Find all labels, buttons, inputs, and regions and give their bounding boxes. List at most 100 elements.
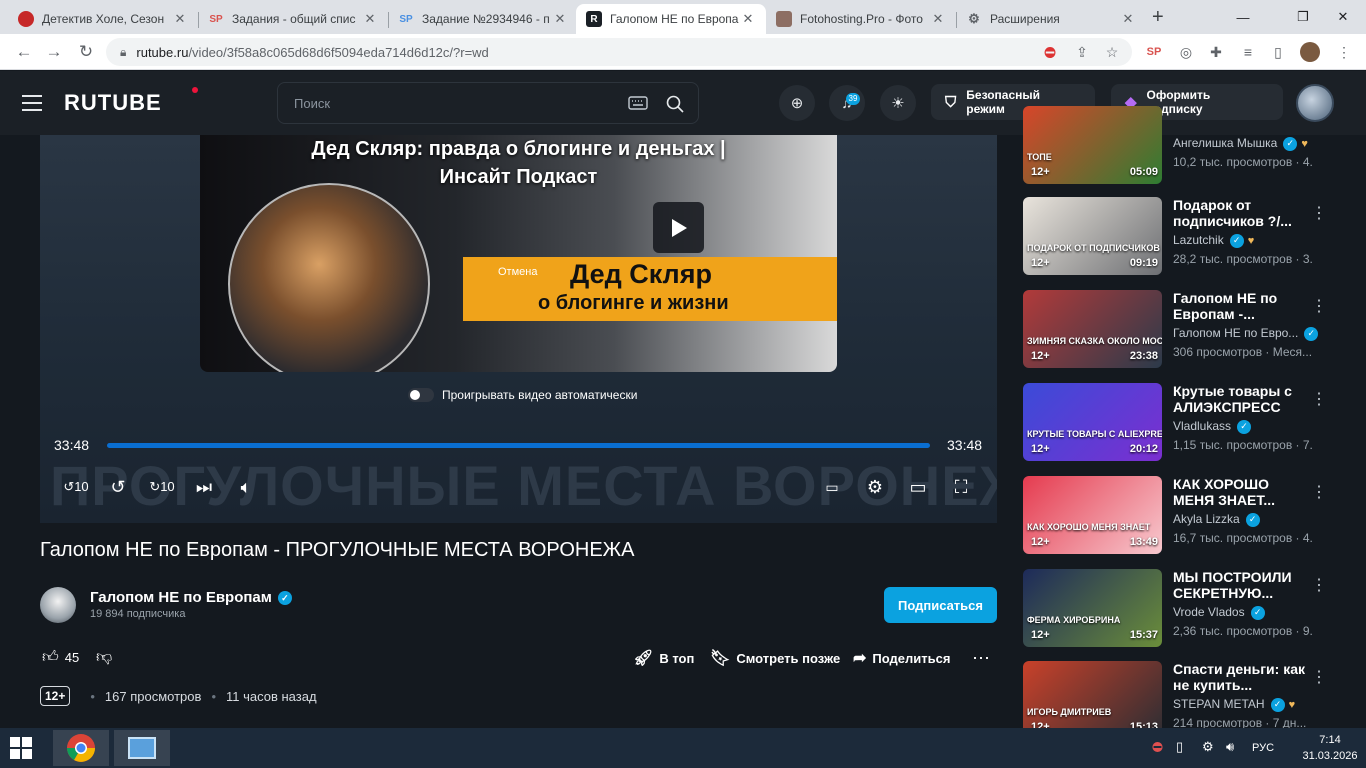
- search-icon[interactable]: [666, 95, 684, 113]
- close-icon[interactable]: ✕: [1120, 11, 1136, 27]
- upload-icon[interactable]: ⊕: [779, 85, 815, 121]
- recommended-author[interactable]: Vladlukass: [1173, 419, 1231, 433]
- recommended-author[interactable]: Akyla Lizzka: [1173, 512, 1240, 526]
- reload-icon[interactable]: ↻: [74, 40, 98, 64]
- recommended-title[interactable]: МЫ ПОСТРОИЛИ СЕКРЕТНУЮ...: [1173, 569, 1313, 601]
- recommended-title[interactable]: Крутые товары с АЛИЭКСПРЕСС: [1173, 383, 1313, 415]
- more-options-icon[interactable]: ⋮: [1311, 389, 1327, 409]
- recommended-author-row[interactable]: Akyla Lizzka ✓: [1173, 512, 1260, 527]
- video-thumbnail[interactable]: КАК ХОРОШО МЕНЯ ЗНАЕТ 12+ 13:49: [1023, 476, 1162, 554]
- keyboard-icon[interactable]: [628, 96, 648, 110]
- browser-tab[interactable]: Детектив Холе, Сезон ✕: [8, 4, 198, 34]
- recommended-title[interactable]: Подарок от подписчиков ?/...: [1173, 197, 1313, 229]
- progress-bar[interactable]: [107, 443, 930, 448]
- recommended-video[interactable]: КРУТЫЕ ТОВАРЫ С ALIEXPRESS 12+ 20:12 Крутые…: [1023, 383, 1343, 461]
- recommended-author[interactable]: Lazutchik: [1173, 233, 1224, 247]
- blocked-popup-icon[interactable]: ⛔︎: [1040, 42, 1060, 62]
- minimize-icon[interactable]: —: [1220, 0, 1266, 34]
- address-bar[interactable]: 🔒︎ rutube.ru /video/3f58a8c065d68d6f5094…: [106, 38, 1132, 66]
- video-player[interactable]: ПРОГУЛОЧНЫЕ МЕСТА ВОРОНЕЖА Дед Скляр: пр…: [40, 135, 997, 523]
- recommended-video[interactable]: ФЕРМА ХИРОБРИНА 12+ 15:37 МЫ ПОСТРОИЛИ СЕКР…: [1023, 569, 1343, 647]
- search-input[interactable]: Поиск: [277, 82, 699, 124]
- video-thumbnail[interactable]: КРУТЫЕ ТОВАРЫ С ALIEXPRESS 12+ 20:12: [1023, 383, 1162, 461]
- channel-name[interactable]: Галопом НЕ по Европам: [90, 589, 272, 606]
- video-thumbnail[interactable]: ФЕРМА ХИРОБРИНА 12+ 15:37: [1023, 569, 1162, 647]
- recommended-video[interactable]: ПОДАРОК ОТ ПОДПИСЧИКОВ 12+ 09:19 Подарок от…: [1023, 197, 1343, 275]
- toggle-switch[interactable]: [408, 388, 434, 402]
- extensions-puzzle-icon[interactable]: ✚: [1206, 42, 1226, 62]
- sp-extension-icon[interactable]: SP: [1144, 42, 1164, 62]
- subscribe-button[interactable]: Подписаться: [884, 587, 997, 623]
- recommended-author-row[interactable]: Vrode Vlados ✓: [1173, 605, 1265, 620]
- media-control-icon[interactable]: ≡: [1238, 42, 1258, 62]
- next-video-card[interactable]: Дед Скляр: правда о блогинге и деньгах |…: [200, 135, 837, 372]
- more-options-icon[interactable]: ⋮: [1311, 203, 1327, 223]
- more-options-icon[interactable]: ⋮: [1311, 482, 1327, 502]
- more-options-icon[interactable]: ⋮: [1311, 296, 1327, 316]
- windows-start-icon[interactable]: [10, 737, 34, 759]
- channel-avatar[interactable]: [40, 587, 76, 623]
- theater-mode-icon[interactable]: ▭: [904, 473, 932, 501]
- volume-icon[interactable]: 🔈︎: [232, 473, 260, 501]
- close-icon[interactable]: ✕: [362, 11, 378, 27]
- browser-tab[interactable]: ⚙ Расширения ✕: [956, 4, 1146, 34]
- like-button[interactable]: 👍︎ 45: [42, 648, 79, 667]
- video-thumbnail[interactable]: ПОДАРОК ОТ ПОДПИСЧИКОВ 12+ 09:19: [1023, 197, 1162, 275]
- usb-tray-icon[interactable]: ⚙: [1202, 739, 1214, 755]
- back-icon[interactable]: ←: [12, 40, 36, 64]
- theme-sun-icon[interactable]: ☀: [880, 85, 916, 121]
- new-tab-button[interactable]: +: [1152, 6, 1164, 29]
- bookmark-star-icon[interactable]: ☆: [1102, 42, 1122, 62]
- recommended-author[interactable]: Vrode Vlados: [1173, 605, 1245, 619]
- rewind-10-icon[interactable]: ↺10: [62, 473, 90, 501]
- blocked-tray-icon[interactable]: ⛔︎: [1152, 739, 1163, 755]
- more-options-icon[interactable]: ⋮: [1311, 575, 1327, 595]
- profile-avatar[interactable]: [1300, 42, 1320, 62]
- forward-10-icon[interactable]: ↻10: [148, 473, 176, 501]
- compass-extension-icon[interactable]: ◎: [1176, 42, 1196, 62]
- recommended-title[interactable]: Галопом НЕ по Европам -...: [1173, 290, 1313, 322]
- subtitles-icon[interactable]: ▭: [818, 473, 846, 501]
- replay-icon[interactable]: ↺: [104, 473, 132, 501]
- close-icon[interactable]: ✕: [172, 11, 188, 27]
- browser-tab[interactable]: SP Задание №2934946 - п ✕: [388, 4, 578, 34]
- menu-icon[interactable]: ⋮: [1334, 42, 1354, 62]
- side-panel-icon[interactable]: ▯: [1268, 42, 1288, 62]
- channel-name-row[interactable]: Галопом НЕ по Европам ✓: [90, 589, 292, 606]
- recommended-author[interactable]: Галопом НЕ по Евро...: [1173, 326, 1298, 340]
- next-track-icon[interactable]: ⏭: [190, 473, 218, 501]
- recommended-video[interactable]: ТОПЕ 12+ 05:09 Ангелишка Мышка ✓ ♥ 10,2 тыс. п…: [1023, 106, 1343, 184]
- close-window-icon[interactable]: ✕: [1320, 0, 1366, 34]
- recommended-video[interactable]: КАК ХОРОШО МЕНЯ ЗНАЕТ 12+ 13:49 КАК ХОРОШО …: [1023, 476, 1343, 554]
- rutube-logo[interactable]: RUTUBE: [64, 90, 162, 116]
- play-next-button[interactable]: [653, 202, 704, 253]
- recommended-author-row[interactable]: STEPAN METAH ✓ ♥: [1173, 697, 1295, 712]
- recommended-author[interactable]: Ангелишка Мышка: [1173, 136, 1277, 150]
- menu-icon[interactable]: [22, 95, 42, 111]
- task-tray-icon[interactable]: ▯: [1176, 739, 1183, 755]
- more-icon[interactable]: ⋯: [972, 648, 990, 669]
- fullscreen-icon[interactable]: ⛶: [947, 473, 975, 501]
- share-icon[interactable]: ⇪: [1072, 42, 1092, 62]
- forward-icon[interactable]: →: [42, 40, 66, 64]
- browser-tab[interactable]: SP Задания - общий спис ✕: [198, 4, 388, 34]
- dislike-button[interactable]: 👎︎: [96, 648, 118, 667]
- close-icon[interactable]: ✕: [552, 11, 568, 27]
- recommended-author-row[interactable]: Vladlukass ✓: [1173, 419, 1252, 434]
- recommended-title[interactable]: Спасти деньги: как не купить...: [1173, 661, 1313, 693]
- settings-gear-icon[interactable]: ⚙: [861, 473, 889, 501]
- close-icon[interactable]: ✕: [930, 11, 946, 27]
- video-thumbnail[interactable]: ТОПЕ 12+ 05:09: [1023, 106, 1162, 184]
- control-panel-taskbar-icon[interactable]: [114, 730, 170, 766]
- recommended-author-row[interactable]: Ангелишка Мышка ✓ ♥: [1173, 136, 1308, 151]
- close-icon[interactable]: ✕: [740, 11, 756, 27]
- system-clock[interactable]: 7:14 31.03.2026: [1300, 732, 1360, 764]
- recommended-author-row[interactable]: Lazutchik ✓ ♥: [1173, 233, 1254, 248]
- recommended-author[interactable]: STEPAN METAH: [1173, 697, 1265, 711]
- cancel-autoplay-button[interactable]: Отмена: [498, 266, 537, 278]
- browser-tab-active[interactable]: R Галопом НЕ по Европа ✕: [576, 4, 766, 34]
- browser-tab[interactable]: Fotohosting.Pro - Фото ✕: [766, 4, 956, 34]
- more-options-icon[interactable]: ⋮: [1311, 667, 1327, 687]
- watch-later-button[interactable]: 🔖︎ Смотреть позже: [710, 648, 840, 668]
- language-indicator[interactable]: РУС: [1252, 742, 1274, 754]
